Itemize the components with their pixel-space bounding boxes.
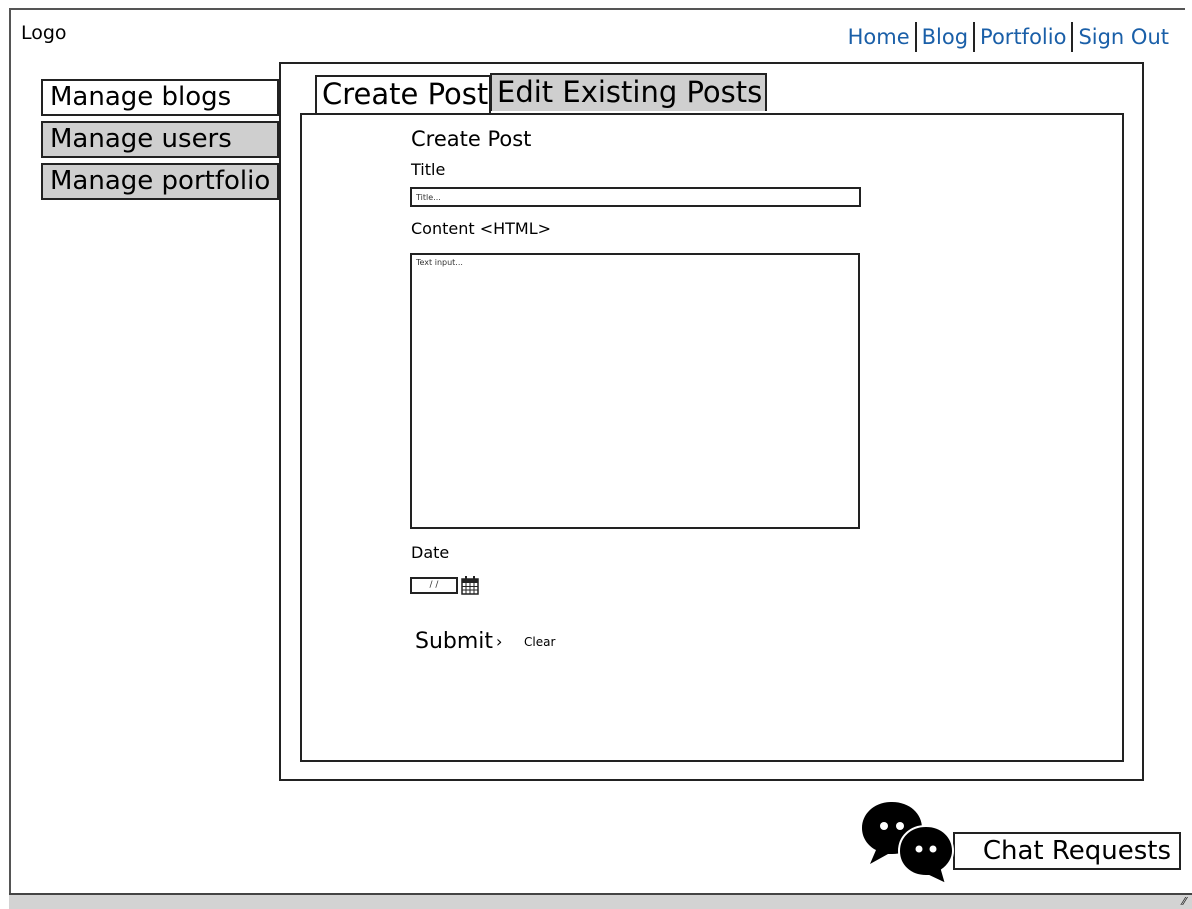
sidebar-item-manage-blogs[interactable]: Manage blogs — [41, 79, 279, 116]
sidebar-item-manage-portfolio[interactable]: Manage portfolio — [41, 163, 279, 200]
nav-blog-link[interactable]: Blog — [919, 25, 971, 49]
nav-divider — [973, 22, 976, 52]
title-label: Title — [411, 160, 446, 179]
nav-home-link[interactable]: Home — [845, 25, 913, 49]
nav-divider — [914, 22, 917, 52]
resize-grip-icon[interactable]: ⁄⁄ — [1182, 895, 1186, 908]
submit-arrow-icon[interactable]: › — [496, 632, 502, 651]
content-textarea[interactable] — [410, 253, 860, 529]
content-label: Content <HTML> — [411, 219, 552, 238]
submit-button[interactable]: Submit — [415, 629, 493, 654]
chat-requests-button[interactable]: Chat Requests — [953, 832, 1181, 870]
nav-sign-out-link[interactable]: Sign Out — [1075, 25, 1172, 49]
date-input[interactable]: / / — [410, 577, 458, 594]
sidebar: Manage blogs Manage users Manage portfol… — [41, 79, 279, 205]
status-bar: ⁄⁄ — [9, 893, 1192, 909]
nav-portfolio-link[interactable]: Portfolio — [977, 25, 1069, 49]
tab-edit-existing-posts[interactable]: Edit Existing Posts — [490, 73, 767, 111]
title-input[interactable] — [410, 187, 861, 207]
sidebar-item-manage-users[interactable]: Manage users — [41, 121, 279, 158]
tab-create-post[interactable]: Create Post — [315, 75, 491, 113]
calendar-icon[interactable] — [461, 575, 479, 595]
date-label: Date — [411, 543, 450, 562]
form-heading: Create Post — [411, 127, 532, 151]
logo[interactable]: Logo — [21, 22, 67, 44]
top-nav: Home Blog Portfolio Sign Out — [845, 22, 1172, 52]
clear-button[interactable]: Clear — [524, 635, 555, 649]
chat-bubbles-icon[interactable] — [860, 800, 964, 886]
nav-divider — [1071, 22, 1074, 52]
